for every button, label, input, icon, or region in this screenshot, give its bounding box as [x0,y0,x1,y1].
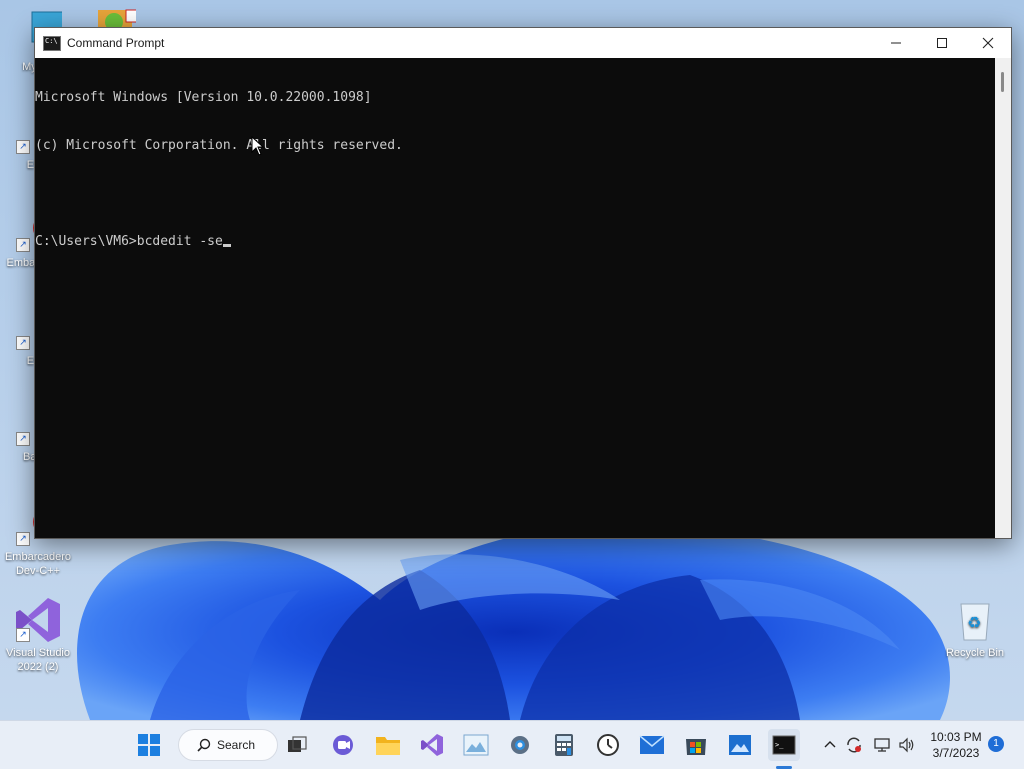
shortcut-arrow-icon: ↗ [16,532,30,546]
sync-icon [847,737,861,753]
shortcut-arrow-icon: ↗ [16,140,30,154]
svg-text:>_: >_ [775,741,784,749]
maximize-button[interactable] [919,28,965,58]
photos-button[interactable] [460,729,492,761]
image-viewer-icon [729,735,751,755]
task-view-button[interactable] [281,729,313,761]
clock-date: 3/7/2023 [932,746,980,760]
notification-badge[interactable]: 1 [988,736,1004,752]
console-prompt-command: C:\Users\VM6>bcdedit -se [35,234,223,249]
taskbar-clock[interactable]: 10:03 PM 3/7/2023 [925,729,987,761]
calculator-button[interactable] [548,729,580,761]
start-icon [138,734,160,756]
desktop-icon-label: Visual Studio 2022 (2) [5,647,70,673]
text-cursor [222,244,231,247]
settings-button[interactable] [504,729,536,761]
minimize-icon [891,42,901,44]
network-icon [874,738,890,752]
window-titlebar[interactable]: Command Prompt [35,28,1011,58]
clock-time: 10:03 PM [930,730,982,744]
console-input-line[interactable]: C:\Users\VM6>bcdedit -se [35,234,995,250]
photos-icon [463,734,489,756]
clock-app-button[interactable] [592,729,624,761]
desktop-icon-recycle-bin[interactable]: ♻ Recycle Bin [937,596,1013,660]
shortcut-arrow-icon: ↗ [16,336,30,350]
image-viewer-button[interactable] [724,729,756,761]
calculator-icon [555,734,573,756]
search-label: Search [217,738,256,752]
clock-app-icon [597,734,619,756]
store-icon [686,739,706,755]
taskbar-search-button[interactable]: Search [178,729,278,761]
desktop-icon-label: Embarcadero Dev-C++ [4,551,72,577]
close-icon [982,37,994,49]
console-line: Microsoft Windows [Version 10.0.22000.10… [35,90,372,105]
volume-icon [899,737,914,753]
store-button[interactable] [680,729,712,761]
file-explorer-icon [376,737,400,755]
file-explorer-button[interactable] [372,729,404,761]
svg-text:♻: ♻ [967,613,981,632]
visual-studio-icon: ↗ [14,596,62,644]
window-title: Command Prompt [67,36,165,50]
scrollbar-thumb[interactable] [1001,72,1004,92]
visual-studio-button[interactable] [416,729,448,761]
shortcut-arrow-icon: ↗ [16,432,30,446]
shortcut-arrow-icon: ↗ [16,628,30,642]
shortcut-arrow-icon: ↗ [16,238,30,252]
task-view-icon [288,736,307,752]
command-prompt-window[interactable]: Command Prompt Microsoft Windows [Versio… [34,27,1012,539]
console-line: (c) Microsoft Corporation. All rights re… [35,138,403,153]
close-button[interactable] [965,28,1011,58]
command-prompt-icon: >_ [772,735,796,755]
sync-tray-button[interactable] [844,735,864,755]
chevron-up-icon [824,741,836,748]
visual-studio-icon [421,734,443,756]
desktop-icon-visual-studio[interactable]: ↗ Visual Studio 2022 (2) [0,596,76,674]
start-button[interactable] [133,729,165,761]
search-icon [197,738,211,752]
network-tray-button[interactable] [872,735,892,755]
vertical-scrollbar[interactable] [995,58,1011,538]
teams-chat-button[interactable] [327,729,359,761]
taskbar: Search >_ 10:03 PM 3/7/2023 [0,720,1024,769]
maximize-icon [937,38,947,48]
command-prompt-icon [43,35,61,51]
settings-icon [511,736,529,754]
volume-tray-button[interactable] [897,735,917,755]
show-hidden-icons-button[interactable] [820,735,840,755]
mouse-pointer-icon [251,136,265,156]
teams-chat-icon [333,735,353,755]
minimize-button[interactable] [873,28,919,58]
mail-button[interactable] [636,729,668,761]
console-output[interactable]: Microsoft Windows [Version 10.0.22000.10… [35,58,995,538]
mail-icon [639,735,665,754]
command-prompt-taskbar-button[interactable]: >_ [768,729,800,761]
desktop-icon-label: Recycle Bin [945,647,1005,659]
recycle-bin-icon: ♻ [951,596,999,644]
